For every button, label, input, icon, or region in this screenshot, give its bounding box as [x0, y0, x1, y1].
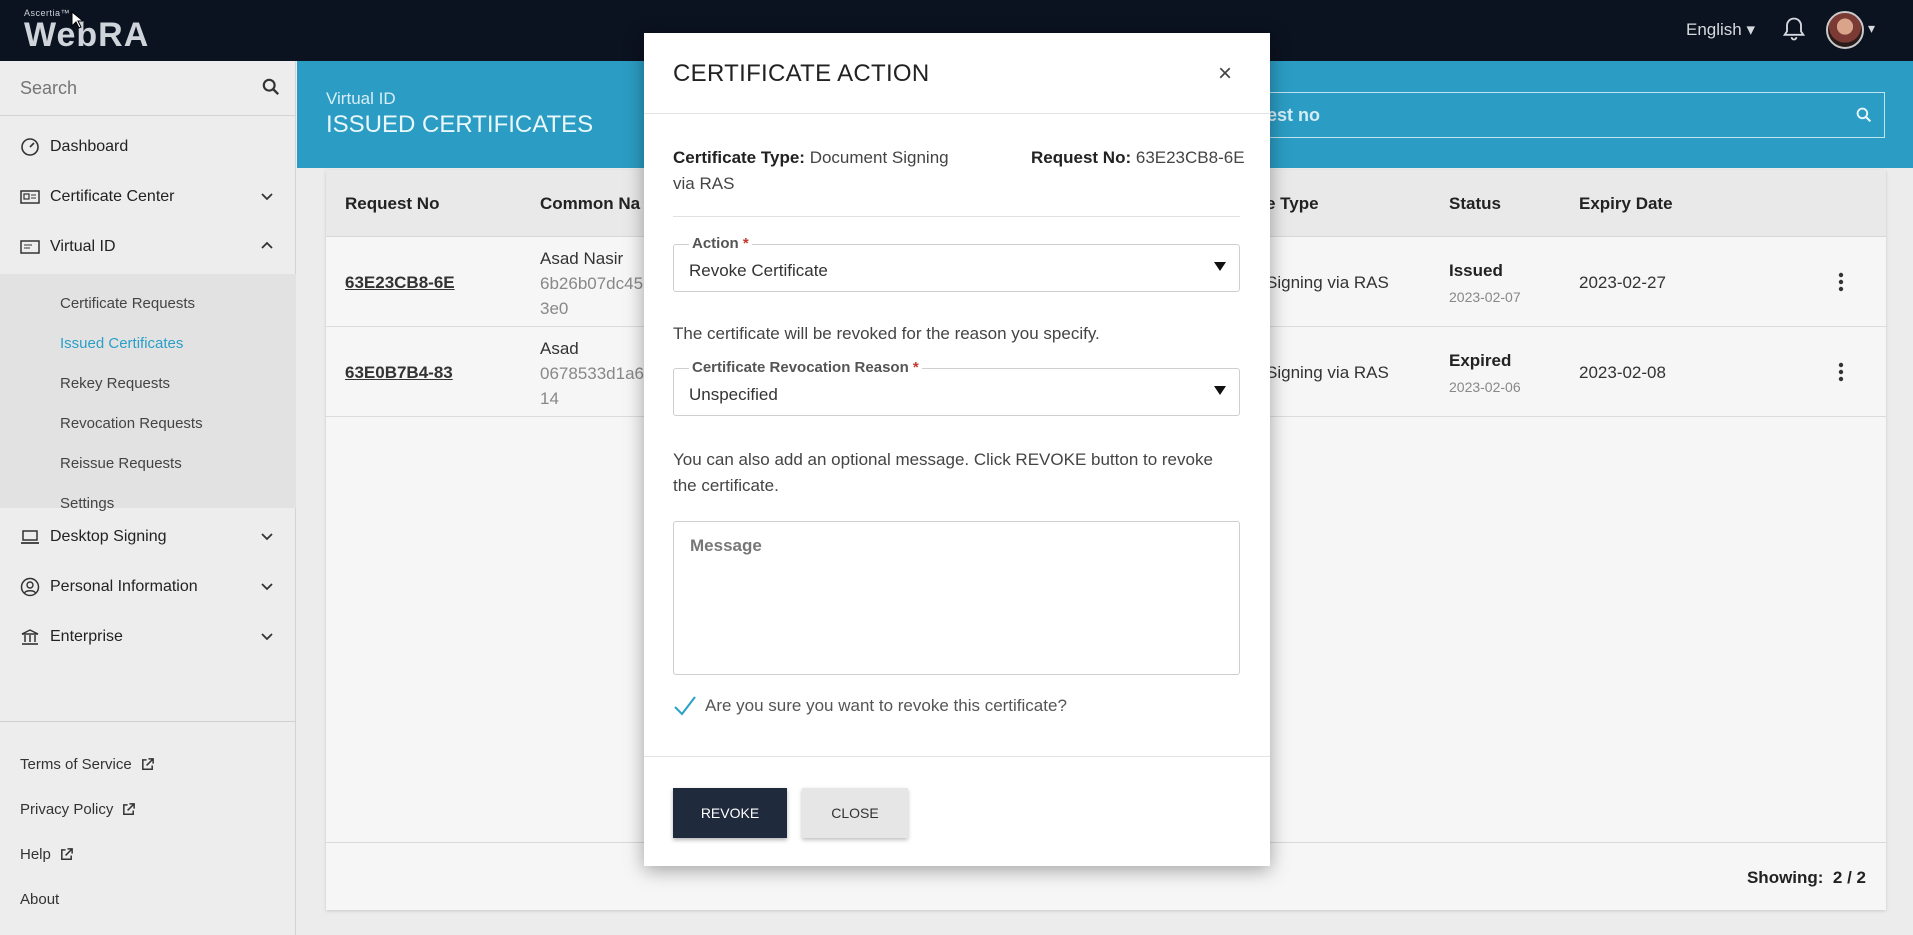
confirm-revoke-label: Are you sure you want to revoke this cer… [705, 696, 1067, 715]
close-icon[interactable]: × [1214, 62, 1236, 86]
caret-down-icon [1214, 262, 1226, 271]
action-select[interactable]: Action * Revoke Certificate [673, 235, 1240, 292]
request-no-value: 63E23CB8-6E [1135, 148, 1245, 167]
revoke-button[interactable]: REVOKE [673, 788, 787, 838]
required-mark: * [912, 359, 919, 376]
dialog-divider [644, 113, 1270, 114]
request-no-label: Request No: [1031, 148, 1132, 167]
revocation-reason-select[interactable]: Certificate Revocation Reason * Unspecif… [673, 359, 1240, 416]
certificate-type-info: Certificate Type: Document Signing via R… [673, 145, 949, 197]
dialog-divider [644, 756, 1270, 757]
message-placeholder: Message [690, 536, 762, 555]
certificate-type-value-line2: via RAS [673, 174, 735, 193]
revocation-reason-label-text: Certificate Revocation Reason [692, 359, 909, 376]
message-textarea[interactable]: Message [673, 521, 1240, 675]
certificate-action-dialog: CERTIFICATE ACTION × Certificate Type: D… [644, 33, 1270, 866]
action-label: Action * [689, 235, 752, 252]
required-mark: * [742, 235, 749, 252]
certificate-type-label: Certificate Type: [673, 148, 805, 167]
message-note: You can also add an optional message. Cl… [673, 450, 1213, 495]
confirm-revoke-checkbox[interactable]: Are you sure you want to revoke this cer… [673, 695, 1067, 717]
checkmark-icon[interactable] [673, 695, 697, 717]
certificate-type-value: Document Signing [809, 148, 949, 167]
dialog-divider [673, 216, 1240, 217]
revocation-reason-label: Certificate Revocation Reason * [689, 359, 922, 376]
close-button[interactable]: CLOSE [802, 788, 908, 838]
revoke-note: The certificate will be revoked for the … [673, 324, 1100, 343]
request-no-info: Request No: 63E23CB8-6E [1031, 145, 1245, 171]
mouse-cursor-icon [71, 11, 83, 29]
action-value: Revoke Certificate [689, 261, 828, 280]
action-label-text: Action [692, 235, 739, 252]
revocation-reason-value: Unspecified [689, 385, 778, 404]
dialog-title: CERTIFICATE ACTION [673, 60, 930, 87]
caret-down-icon [1214, 386, 1226, 395]
